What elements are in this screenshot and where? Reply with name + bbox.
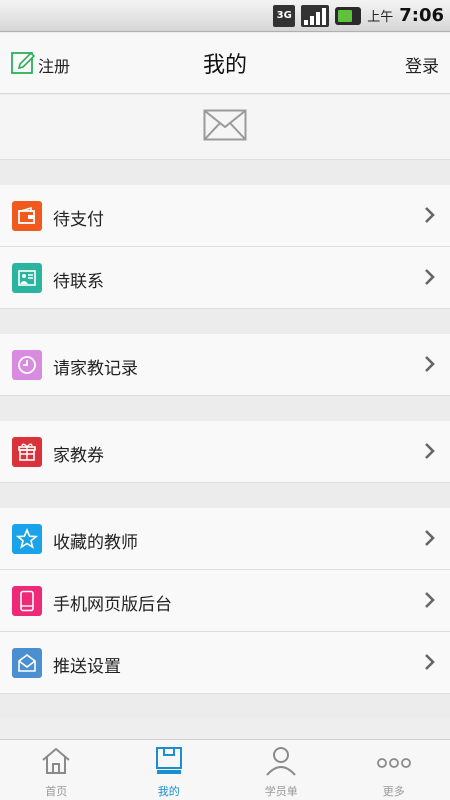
battery-icon <box>335 6 362 25</box>
section-gap <box>0 396 450 421</box>
gift-icon <box>12 437 42 467</box>
wallet-icon <box>12 201 42 231</box>
tab-label: 学员单 <box>264 785 298 798</box>
tab-home[interactable]: 首页 <box>0 740 113 800</box>
home-icon <box>40 746 72 780</box>
more-icon <box>376 746 412 780</box>
status-time: 7:06 <box>399 5 444 26</box>
menu-item-label: 收藏的教师 <box>53 533 138 553</box>
menu-item-label: 推送设置 <box>53 657 121 677</box>
chevron-right-icon <box>424 205 436 229</box>
chevron-right-icon <box>424 590 436 614</box>
menu-item-label: 待联系 <box>53 272 104 292</box>
tab-student-orders[interactable]: 学员单 <box>225 740 338 800</box>
login-button[interactable]: 登录 <box>405 52 439 77</box>
bottom-nav: 首页 我的 学员单 更多 <box>0 739 450 800</box>
app-header: 注册 我的 登录 <box>0 33 450 94</box>
menu-item-pending-contact[interactable]: 待联系 <box>0 247 450 309</box>
menu-list: 待支付 待联系 请家教记录 家教券 收藏的教师 手机网页版后台 推送设置 <box>0 160 450 719</box>
tab-label: 我的 <box>157 785 180 798</box>
menu-item-mobile-web-admin[interactable]: 手机网页版后台 <box>0 570 450 632</box>
chevron-right-icon <box>424 652 436 676</box>
chevron-right-icon <box>424 267 436 291</box>
tab-mine[interactable]: 我的 <box>113 740 226 800</box>
tab-label: 首页 <box>45 785 68 798</box>
page-title: 我的 <box>202 53 247 78</box>
envelope-icon <box>203 109 247 145</box>
chevron-right-icon <box>424 441 436 465</box>
star-icon <box>12 524 42 554</box>
chevron-right-icon <box>424 354 436 378</box>
tablet-icon <box>12 586 42 616</box>
signal-icon <box>301 4 330 27</box>
section-gap <box>0 309 450 334</box>
section-gap <box>0 694 450 719</box>
menu-item-push-settings[interactable]: 推送设置 <box>0 632 450 694</box>
profile-box-icon <box>154 746 184 780</box>
message-banner[interactable] <box>0 95 450 160</box>
section-gap <box>0 160 450 185</box>
menu-item-label: 待支付 <box>53 210 104 230</box>
mail-icon <box>12 648 42 678</box>
menu-item-tutor-coupons[interactable]: 家教券 <box>0 421 450 483</box>
menu-item-label: 家教券 <box>53 446 104 466</box>
clock-icon <box>12 350 42 380</box>
contact-board-icon <box>12 263 42 293</box>
menu-item-label: 手机网页版后台 <box>53 595 172 615</box>
chevron-right-icon <box>424 528 436 552</box>
tab-label: 更多 <box>382 785 405 798</box>
person-icon <box>264 746 298 780</box>
status-ampm: 上午 <box>367 10 394 25</box>
menu-item-label: 请家教记录 <box>53 359 138 379</box>
menu-item-pending-payment[interactable]: 待支付 <box>0 185 450 247</box>
tab-more[interactable]: 更多 <box>338 740 450 800</box>
network-3g-icon: 3G <box>273 4 296 27</box>
section-gap <box>0 483 450 508</box>
menu-item-favorite-teachers[interactable]: 收藏的教师 <box>0 508 450 570</box>
menu-item-tutor-request-records[interactable]: 请家教记录 <box>0 334 450 396</box>
status-bar: 3G 上午 7:06 <box>0 0 450 32</box>
